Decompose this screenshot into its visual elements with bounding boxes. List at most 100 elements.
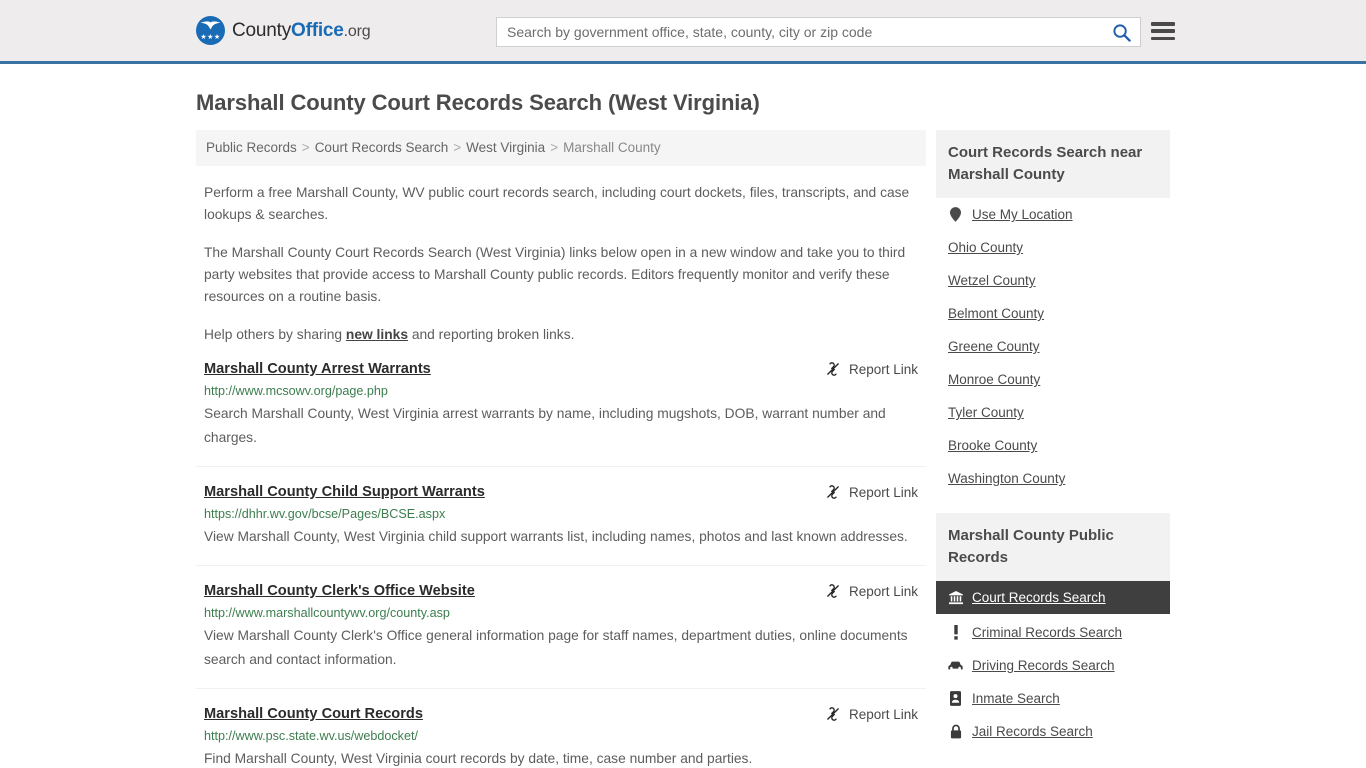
result-title-link[interactable]: Marshall County Court Records xyxy=(204,705,423,724)
county-list-item[interactable]: Washington County xyxy=(936,462,1170,495)
county-list-item[interactable]: Tyler County xyxy=(936,396,1170,429)
breadcrumb-item-3: Marshall County xyxy=(563,140,661,155)
eagle-seal-logo-icon: ★★★ xyxy=(196,16,225,45)
search-input[interactable] xyxy=(497,18,1102,46)
public-records-link[interactable]: Inmate Search xyxy=(972,691,1060,706)
breadcrumb-separator: > xyxy=(550,140,559,155)
county-link[interactable]: Monroe County xyxy=(948,372,1040,387)
public-records-item-active[interactable]: Court Records Search xyxy=(936,581,1170,614)
site-logo[interactable]: ★★★ CountyOffice.org xyxy=(196,16,371,45)
search-bar[interactable] xyxy=(496,17,1141,47)
car-icon xyxy=(948,660,963,672)
use-my-location-item[interactable]: Use My Location xyxy=(936,198,1170,231)
result-url: http://www.psc.state.wv.us/webdocket/ xyxy=(204,729,418,743)
breadcrumb-item-1[interactable]: Court Records Search xyxy=(315,140,449,155)
public-records-box: Marshall County Public Records Court Rec… xyxy=(936,513,1170,748)
county-list-item[interactable]: Greene County xyxy=(936,330,1170,363)
report-link-button[interactable]: Report Link xyxy=(825,582,918,599)
hamburger-bar xyxy=(1151,29,1175,33)
result-title-link[interactable]: Marshall County Clerk's Office Website xyxy=(204,582,475,601)
public-records-item[interactable]: Criminal Records Search xyxy=(936,616,1170,649)
use-my-location-link[interactable]: Use My Location xyxy=(972,207,1073,222)
public-records-link[interactable]: Criminal Records Search xyxy=(972,625,1122,640)
main-column: Public Records > Court Records Search > West… xyxy=(196,130,926,768)
result-description: Search Marshall County, West Virginia ar… xyxy=(204,406,886,445)
site-header: ★★★ CountyOffice.org xyxy=(0,0,1366,64)
result-description: Find Marshall County, West Virginia cour… xyxy=(204,751,753,766)
result-header: Marshall County Child Support Warrants Re… xyxy=(204,483,918,502)
breadcrumb-item-2[interactable]: West Virginia xyxy=(466,140,545,155)
public-records-list: Court Records Search Criminal Records Sea… xyxy=(936,581,1170,748)
result-header: Marshall County Arrest Warrants Report Li… xyxy=(204,360,918,379)
broken-link-icon xyxy=(827,362,839,376)
county-link[interactable]: Tyler County xyxy=(948,405,1024,420)
share-suffix: and reporting broken links. xyxy=(408,327,575,342)
result-url: http://www.mcsowv.org/page.php xyxy=(204,384,388,398)
intro-paragraph-share: Help others by sharing new links and rep… xyxy=(204,324,918,346)
lock-icon xyxy=(948,724,963,739)
broken-link-icon xyxy=(827,584,839,598)
id-card-icon xyxy=(948,691,963,706)
hamburger-bar xyxy=(1151,22,1175,26)
content-columns: Public Records > Court Records Search > West… xyxy=(196,130,1170,768)
intro-paragraph-2: The Marshall County Court Records Search… xyxy=(204,245,906,304)
public-records-link[interactable]: Jail Records Search xyxy=(972,724,1093,739)
breadcrumb: Public Records > Court Records Search > West… xyxy=(196,130,926,166)
intro-paragraph-1: Perform a free Marshall County, WV publi… xyxy=(204,185,910,222)
result-item: Marshall County Arrest Warrants Report Li… xyxy=(196,360,926,467)
result-url: http://www.marshallcountywv.org/county.a… xyxy=(204,606,450,620)
nearby-searches-box: Court Records Search near Marshall Count… xyxy=(936,130,1170,495)
public-records-title: Marshall County Public Records xyxy=(936,513,1170,581)
sidebar: Court Records Search near Marshall Count… xyxy=(936,130,1170,768)
county-list-item[interactable]: Wetzel County xyxy=(936,264,1170,297)
report-link-label: Report Link xyxy=(848,361,918,377)
county-link[interactable]: Belmont County xyxy=(948,306,1044,321)
search-button[interactable] xyxy=(1102,18,1140,46)
logo-stars: ★★★ xyxy=(200,34,221,41)
county-link[interactable]: Greene County xyxy=(948,339,1040,354)
result-item: Marshall County Court Records Report Link… xyxy=(196,705,926,768)
county-link[interactable]: Washington County xyxy=(948,471,1065,486)
county-link[interactable]: Wetzel County xyxy=(948,273,1036,288)
result-url: https://dhhr.wv.gov/bcse/Pages/BCSE.aspx xyxy=(204,507,446,521)
report-link-button[interactable]: Report Link xyxy=(825,360,918,377)
breadcrumb-separator: > xyxy=(301,140,310,155)
map-pin-icon xyxy=(948,207,963,222)
page-title: Marshall County Court Records Search (We… xyxy=(196,90,760,115)
public-records-link[interactable]: Court Records Search xyxy=(972,590,1106,605)
county-list-item[interactable]: Belmont County xyxy=(936,297,1170,330)
results-list: Marshall County Arrest Warrants Report Li… xyxy=(196,360,926,768)
county-links-list: Ohio County Wetzel County Belmont County Gr… xyxy=(936,231,1170,495)
brand-part-county: County xyxy=(232,19,292,41)
page-container: Marshall County Court Records Search (We… xyxy=(0,90,1366,768)
public-records-item[interactable]: Inmate Search xyxy=(936,682,1170,715)
hamburger-bar xyxy=(1151,36,1175,40)
broken-link-icon xyxy=(827,707,839,721)
new-links-link[interactable]: new links xyxy=(346,327,408,342)
public-records-link[interactable]: Driving Records Search xyxy=(972,658,1115,673)
report-link-button[interactable]: Report Link xyxy=(825,705,918,722)
county-list-item[interactable]: Ohio County xyxy=(936,231,1170,264)
report-link-button[interactable]: Report Link xyxy=(825,483,918,500)
report-link-label: Report Link xyxy=(848,583,918,599)
county-link[interactable]: Ohio County xyxy=(948,240,1023,255)
county-list-item[interactable]: Monroe County xyxy=(936,363,1170,396)
result-title-link[interactable]: Marshall County Child Support Warrants xyxy=(204,483,485,502)
hamburger-menu-icon[interactable] xyxy=(1151,20,1175,42)
result-item: Marshall County Child Support Warrants Re… xyxy=(196,483,926,566)
public-records-item[interactable]: Driving Records Search xyxy=(936,649,1170,682)
breadcrumb-separator: > xyxy=(453,140,462,155)
breadcrumb-item-0[interactable]: Public Records xyxy=(206,140,297,155)
county-link[interactable]: Brooke County xyxy=(948,438,1037,453)
broken-link-icon xyxy=(827,485,839,499)
result-header: Marshall County Court Records Report Link xyxy=(204,705,918,724)
result-header: Marshall County Clerk's Office Website Re… xyxy=(204,582,918,601)
brand-wordmark: CountyOffice.org xyxy=(232,19,371,42)
public-records-item[interactable]: Jail Records Search xyxy=(936,715,1170,748)
result-item: Marshall County Clerk's Office Website Re… xyxy=(196,582,926,689)
county-list-item[interactable]: Brooke County xyxy=(936,429,1170,462)
share-prefix: Help others by sharing xyxy=(204,327,346,342)
intro-text: Perform a free Marshall County, WV publi… xyxy=(196,182,926,346)
result-title-link[interactable]: Marshall County Arrest Warrants xyxy=(204,360,431,379)
nearby-searches-title: Court Records Search near Marshall Count… xyxy=(936,130,1170,198)
